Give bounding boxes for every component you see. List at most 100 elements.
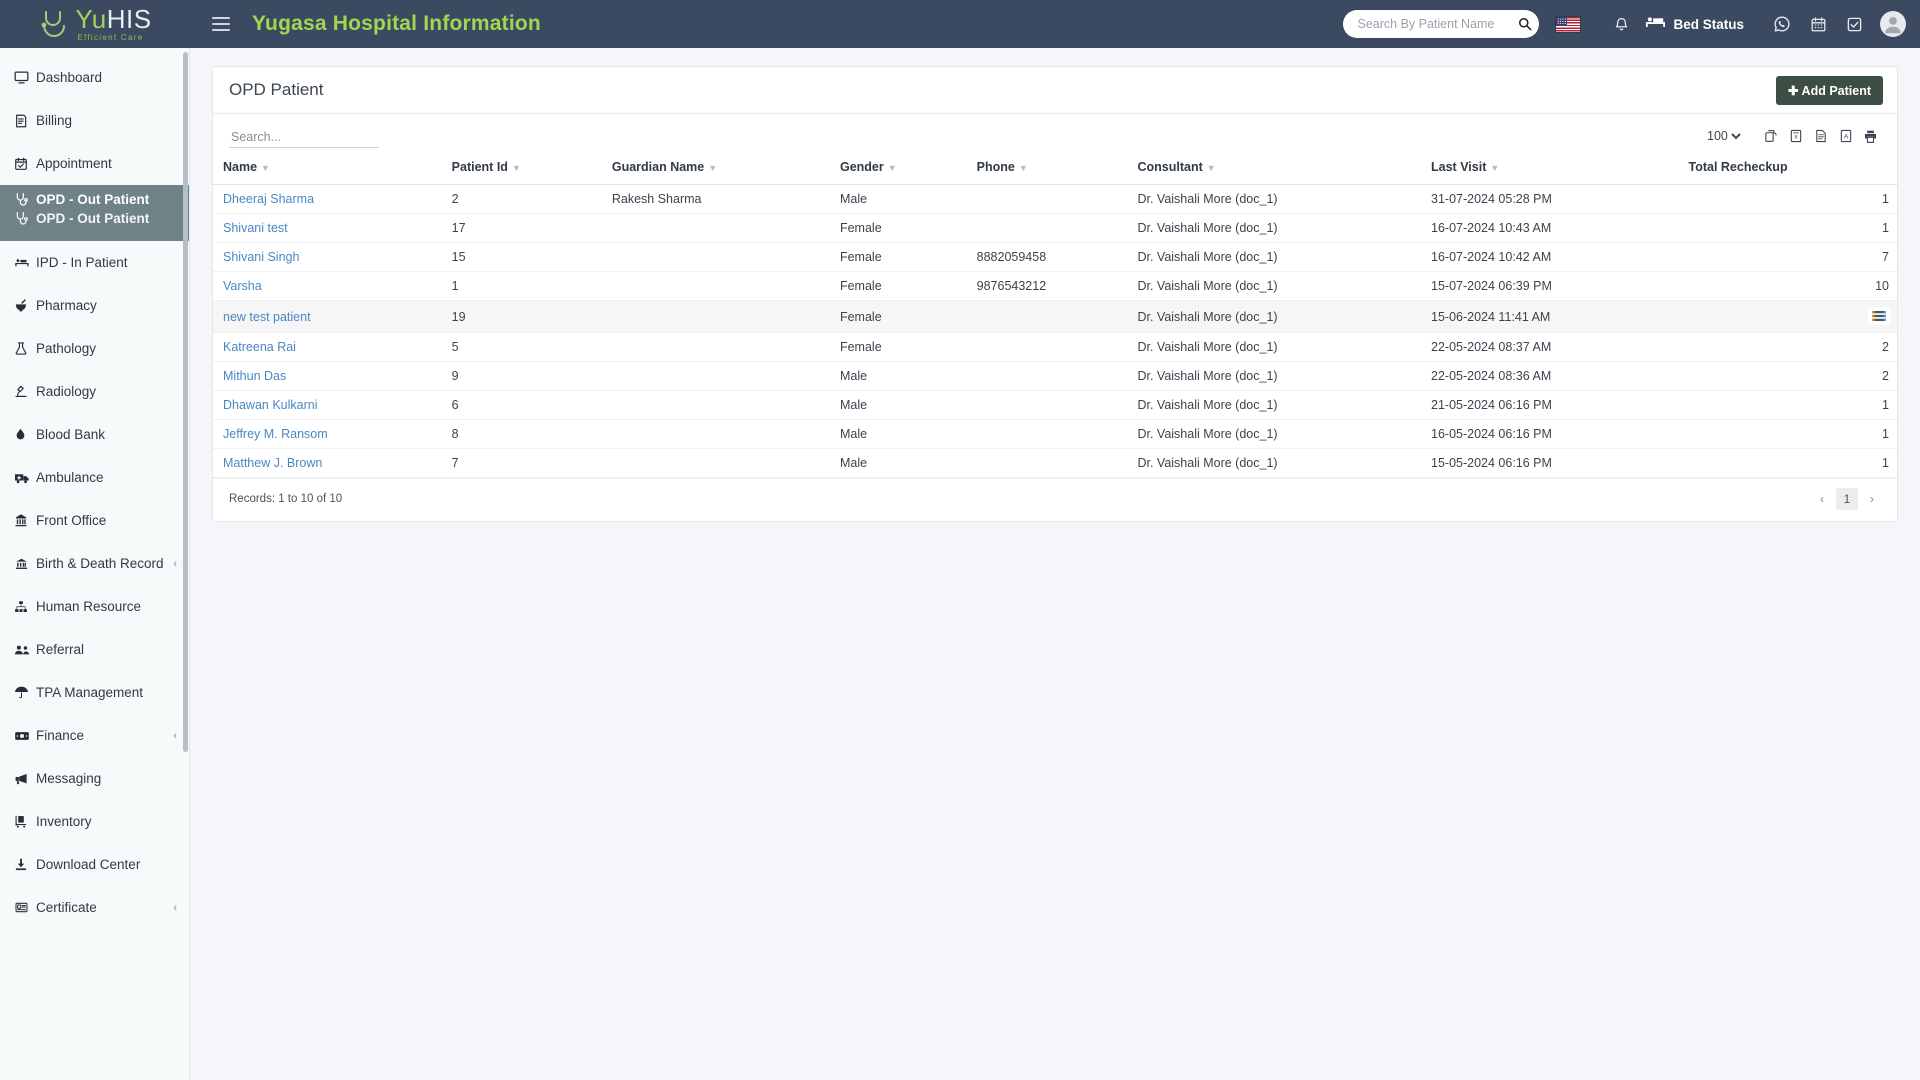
pdf-icon[interactable]: A	[1833, 124, 1858, 148]
table-row[interactable]: Dhawan Kulkarni 6 Male Dr. Vaishali More (d…	[213, 390, 1897, 420]
cell-patient-name[interactable]: Mithun Das	[213, 361, 444, 391]
column-header-total-recheckup[interactable]: Total Recheckup	[1680, 152, 1897, 185]
table-search-input[interactable]	[229, 127, 379, 148]
excel-icon[interactable]: x	[1783, 124, 1808, 148]
sidebar-item-referral[interactable]: Referral	[0, 628, 189, 671]
column-header-gender[interactable]: Gender ▼	[831, 152, 969, 185]
cell-patient-name[interactable]: Shivani test	[213, 213, 444, 243]
blood-drop-icon	[14, 427, 36, 442]
bed-status-button[interactable]: Bed Status	[1645, 15, 1744, 33]
cell-patient-name[interactable]: Dheeraj Sharma	[213, 184, 444, 214]
cell-patient-name[interactable]: Varsha	[213, 271, 444, 301]
cell-patient-name[interactable]: Dhawan Kulkarni	[213, 390, 444, 420]
column-header-consultant[interactable]: Consultant ▼	[1129, 152, 1424, 185]
table-row[interactable]: Shivani test 17 Female Dr. Vaishali More (d…	[213, 213, 1897, 243]
patient-name-link[interactable]: new test patient	[223, 310, 311, 324]
cell-patient-id: 5	[443, 332, 604, 362]
pagination-previous[interactable]: ‹	[1811, 488, 1833, 510]
patient-name-link[interactable]: Varsha	[223, 279, 262, 293]
patient-name-link[interactable]: Dhawan Kulkarni	[223, 398, 318, 412]
sidebar-item-blood-bank[interactable]: Blood Bank	[0, 413, 189, 456]
sidebar-item-appointment[interactable]: Appointment	[0, 142, 189, 185]
cell-patient-name[interactable]: Matthew J. Brown	[213, 448, 444, 478]
row-actions-menu-icon[interactable]	[1869, 308, 1889, 324]
chevron-left-icon[interactable]: ‹	[173, 902, 177, 914]
patient-name-link[interactable]: Jeffrey M. Ransom	[223, 427, 328, 441]
page-title: OPD Patient	[229, 80, 324, 99]
copy-icon[interactable]	[1758, 124, 1783, 148]
sidebar-item-pathology[interactable]: Pathology	[0, 327, 189, 370]
cell-consultant: Dr. Vaishali More (doc_1)	[1129, 300, 1424, 333]
records-info: Records: 1 to 10 of 10	[229, 493, 343, 505]
us-flag-icon[interactable]	[1555, 15, 1582, 33]
cell-total-recheckup: 7	[1680, 242, 1897, 272]
sidebar-item-dashboard[interactable]: Dashboard	[0, 56, 189, 99]
table-row[interactable]: new test patient 19 Female Dr. Vaishali Mor…	[213, 300, 1897, 333]
patient-name-link[interactable]: Dheeraj Sharma	[223, 192, 314, 206]
patient-name-link[interactable]: Shivani Singh	[223, 250, 299, 264]
csv-icon[interactable]	[1808, 124, 1833, 148]
cell-total-recheckup: 1	[1680, 390, 1897, 420]
sidebar-item-pharmacy[interactable]: Pharmacy	[0, 284, 189, 327]
sidebar-item-ambulance[interactable]: Ambulance	[0, 456, 189, 499]
calendar-icon[interactable]	[1800, 0, 1836, 48]
table-row[interactable]: Shivani Singh 15 Female 8882059458 Dr. Vaish…	[213, 242, 1897, 272]
column-header-phone[interactable]: Phone ▼	[968, 152, 1130, 185]
patient-search-box[interactable]	[1343, 10, 1540, 38]
column-header-patient-id[interactable]: Patient Id ▼	[443, 152, 604, 185]
certificate-icon	[14, 901, 36, 914]
sidebar-toggle-button[interactable]	[212, 17, 230, 31]
sidebar-item-birth-death-record[interactable]: Birth & Death Record ‹	[0, 542, 189, 585]
brand-logo-area[interactable]: YuHIS Efficient Care	[0, 0, 190, 48]
user-avatar[interactable]	[1880, 11, 1906, 37]
cell-patient-name[interactable]: Shivani Singh	[213, 242, 444, 272]
pagination-next[interactable]: ›	[1861, 488, 1883, 510]
column-header-name[interactable]: Name ▼	[213, 152, 444, 185]
sidebar-item-inventory[interactable]: Inventory	[0, 800, 189, 843]
sidebar-item-human-resource[interactable]: Human Resource	[0, 585, 189, 628]
table-row[interactable]: Mithun Das 9 Male Dr. Vaishali More (doc_1)…	[213, 361, 1897, 391]
patient-name-link[interactable]: Katreena Rai	[223, 340, 296, 354]
cell-guardian-name	[603, 419, 832, 449]
tasks-checkbox-icon[interactable]	[1836, 0, 1872, 48]
cell-total-recheckup[interactable]	[1680, 300, 1897, 333]
chevron-left-icon[interactable]: ‹	[173, 730, 177, 742]
cell-patient-name[interactable]: new test patient	[213, 300, 444, 333]
table-row[interactable]: Dheeraj Sharma 2 Rakesh Sharma Male Dr. Vais…	[213, 184, 1897, 214]
sidebar-scrollbar[interactable]	[183, 52, 188, 752]
sidebar-item-billing[interactable]: Billing	[0, 99, 189, 142]
sidebar-item-ipd-in-patient[interactable]: IPD - In Patient	[0, 241, 189, 284]
page-length-select[interactable]: 100	[1703, 128, 1744, 144]
sidebar-item-opd-out-patient[interactable]: OPD - Out Patient OPD - Out Patient	[0, 185, 189, 241]
cell-patient-name[interactable]: Katreena Rai	[213, 332, 444, 362]
table-row[interactable]: Matthew J. Brown 7 Male Dr. Vaishali More (…	[213, 448, 1897, 478]
patient-name-link[interactable]: Matthew J. Brown	[223, 456, 322, 470]
patient-search-input[interactable]	[1357, 17, 1519, 31]
chevron-left-icon[interactable]: ‹	[173, 558, 177, 570]
opd-patient-card: OPD Patient ✚ Add Patient 100	[212, 66, 1898, 522]
whatsapp-icon[interactable]	[1764, 0, 1800, 48]
cell-last-visit: 16-05-2024 06:16 PM	[1423, 419, 1681, 449]
sidebar-item-certificate[interactable]: Certificate ‹	[0, 886, 189, 929]
sidebar-item-messaging[interactable]: Messaging	[0, 757, 189, 800]
column-header-guardian-name[interactable]: Guardian Name ▼	[603, 152, 832, 185]
column-header-last-visit[interactable]: Last Visit ▼	[1423, 152, 1681, 185]
print-icon[interactable]	[1858, 124, 1883, 148]
table-row[interactable]: Varsha 1 Female 9876543212 Dr. Vaishali More…	[213, 271, 1897, 301]
notifications-bell-icon[interactable]	[1603, 0, 1639, 48]
sidebar-item-tpa-management[interactable]: TPA Management	[0, 671, 189, 714]
patient-name-link[interactable]: Mithun Das	[223, 369, 286, 383]
search-icon[interactable]	[1518, 17, 1532, 31]
sidebar-item-front-office[interactable]: Front Office	[0, 499, 189, 542]
sidebar-item-finance[interactable]: Finance ‹	[0, 714, 189, 757]
add-patient-button[interactable]: ✚ Add Patient	[1776, 75, 1883, 105]
money-icon	[14, 729, 36, 743]
cell-patient-id: 6	[443, 390, 604, 420]
cell-patient-name[interactable]: Jeffrey M. Ransom	[213, 419, 444, 449]
table-row[interactable]: Jeffrey M. Ransom 8 Male Dr. Vaishali More …	[213, 419, 1897, 449]
table-row[interactable]: Katreena Rai 5 Female Dr. Vaishali More (do…	[213, 332, 1897, 362]
patient-name-link[interactable]: Shivani test	[223, 221, 288, 235]
sidebar-item-radiology[interactable]: Radiology	[0, 370, 189, 413]
pagination-page-1[interactable]: 1	[1836, 488, 1858, 510]
sidebar-item-download-center[interactable]: Download Center	[0, 843, 189, 886]
